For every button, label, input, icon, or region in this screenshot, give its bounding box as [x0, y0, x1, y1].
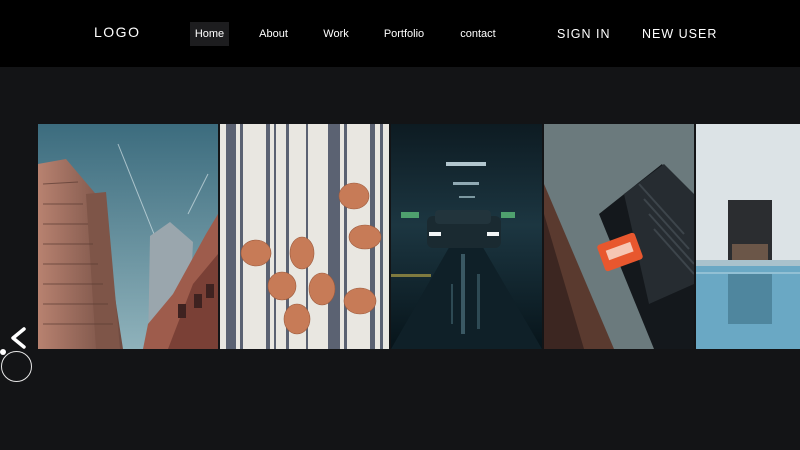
nav-portfolio[interactable]: Portfolio — [381, 22, 427, 46]
nav-contact[interactable]: contact — [456, 22, 500, 46]
gallery-photo-eggs[interactable] — [220, 124, 389, 349]
new-user-link[interactable]: NEW USER — [642, 22, 717, 46]
chevron-left-icon[interactable] — [7, 326, 29, 350]
gallery-photo-pool[interactable] — [696, 124, 800, 349]
carousel-ring-indicator[interactable] — [1, 351, 32, 382]
nav-home[interactable]: Home — [190, 22, 229, 46]
photo-carousel — [0, 124, 800, 349]
gallery-photo-skyscrapers[interactable] — [38, 124, 218, 349]
carousel-dot-indicator[interactable] — [0, 349, 6, 355]
logo[interactable]: LOGO — [94, 24, 140, 40]
top-navbar: LOGO Home About Work Portfolio contact S… — [0, 0, 800, 67]
nav-work[interactable]: Work — [320, 22, 352, 46]
gallery-photo-sticker-device[interactable] — [544, 124, 694, 349]
sign-in-link[interactable]: SIGN IN — [557, 22, 611, 46]
nav-about[interactable]: About — [255, 22, 292, 46]
gallery-photo-car-garage[interactable] — [391, 124, 542, 349]
